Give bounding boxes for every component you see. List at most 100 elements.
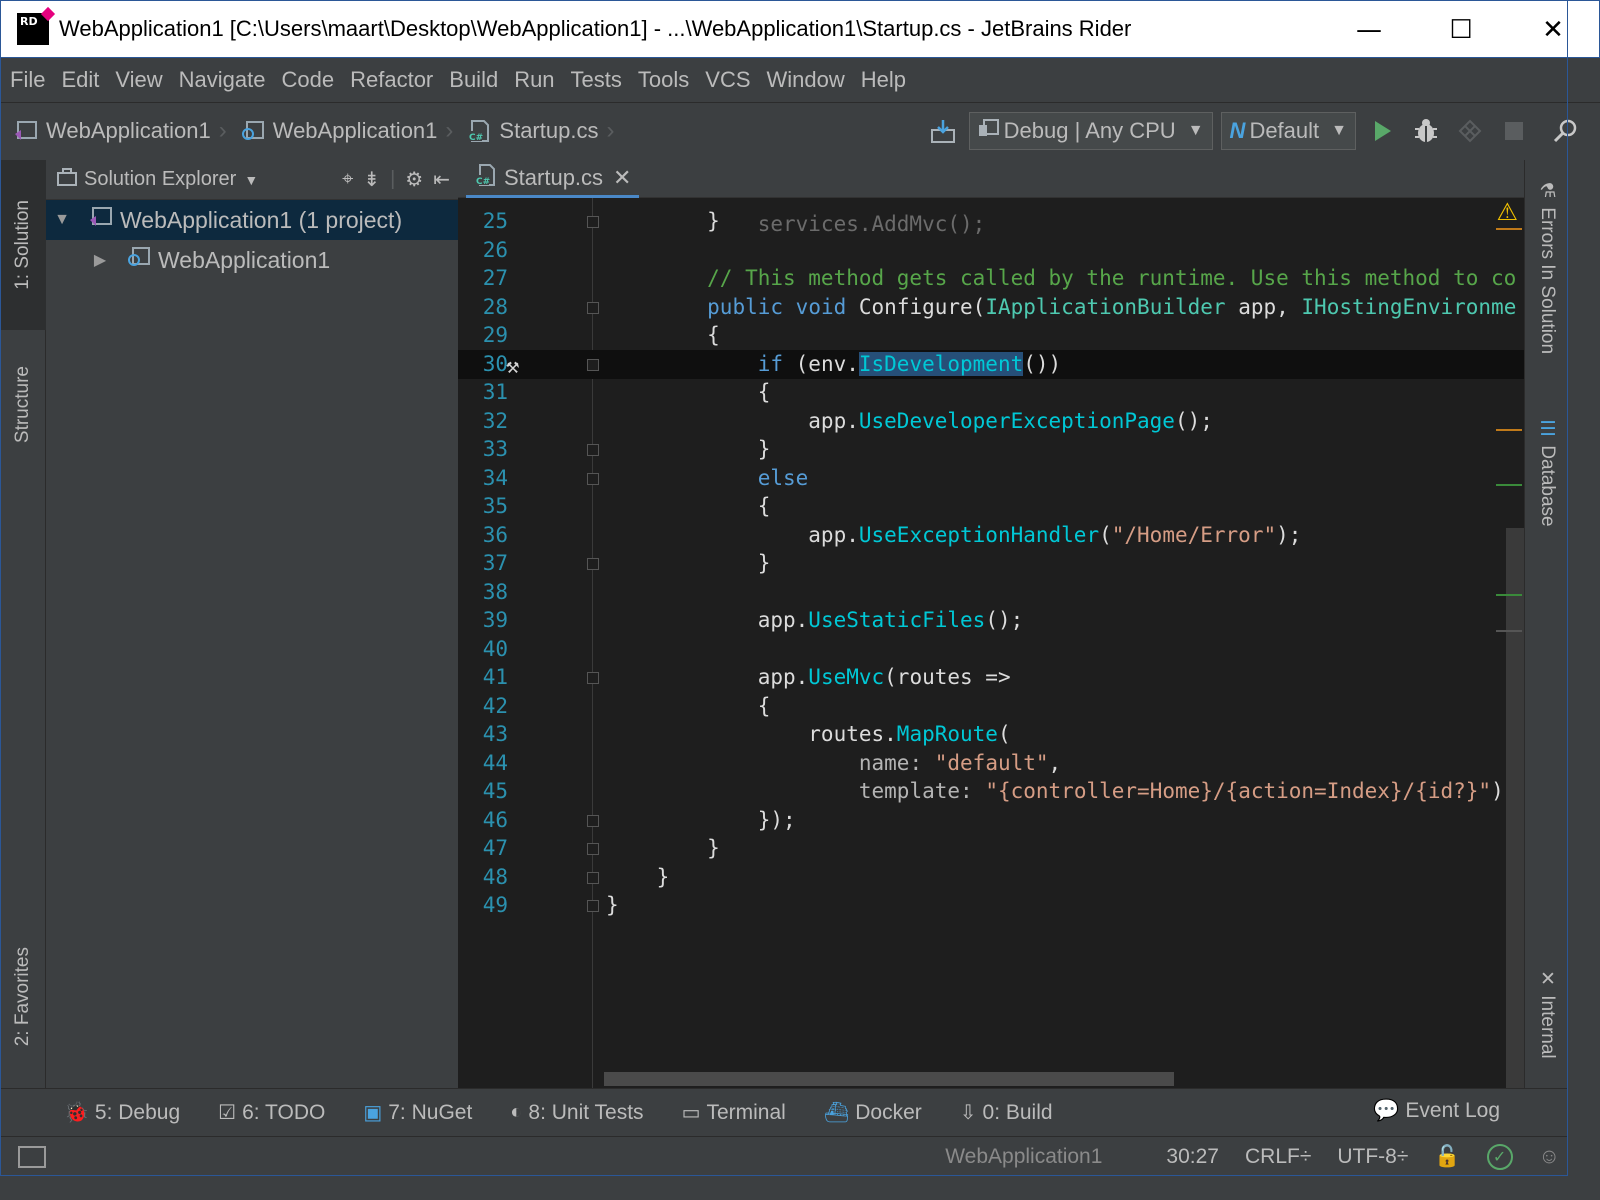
- chevron-down-icon[interactable]: ▼: [244, 172, 258, 188]
- menu-run[interactable]: Run: [514, 67, 554, 93]
- code-line[interactable]: 38: [458, 578, 1524, 607]
- vertical-scrollbar[interactable]: [1506, 528, 1524, 1088]
- code-line[interactable]: 32 app.UseDeveloperExceptionPage();: [458, 407, 1524, 436]
- collapsed-triangle-icon[interactable]: ▶: [88, 250, 112, 270]
- menu-vcs[interactable]: VCS: [705, 67, 750, 93]
- menu-edit[interactable]: Edit: [61, 67, 99, 93]
- fold-marker-icon[interactable]: [587, 558, 599, 570]
- stop-icon[interactable]: [1492, 111, 1536, 151]
- tool-button-todo[interactable]: ☑ 6: TODO: [218, 1100, 325, 1125]
- fold-marker-icon[interactable]: [587, 472, 599, 485]
- code-line[interactable]: 31 {: [458, 378, 1524, 407]
- fold-marker-icon[interactable]: [587, 216, 599, 228]
- expanded-triangle-icon[interactable]: ▼: [50, 211, 74, 229]
- code-line[interactable]: 49}: [458, 891, 1524, 920]
- menu-window[interactable]: Window: [767, 67, 845, 93]
- code-line[interactable]: 46 });: [458, 806, 1524, 835]
- code-line[interactable]: 45 template: "{controller=Home}/{action=…: [458, 777, 1524, 806]
- error-stripe-mark[interactable]: [1496, 594, 1522, 596]
- breadcrumb-project[interactable]: WebApplication1 ›: [239, 117, 453, 145]
- status-encoding[interactable]: UTF-8÷: [1337, 1145, 1408, 1169]
- code-line[interactable]: 28 public void Configure(IApplicationBui…: [458, 293, 1524, 322]
- error-stripe-mark[interactable]: [1496, 630, 1522, 632]
- fold-marker-icon[interactable]: [587, 301, 599, 314]
- code-line[interactable]: 26: [458, 236, 1524, 265]
- tool-button-debug[interactable]: 🐞 5: Debug: [64, 1100, 180, 1125]
- gear-icon[interactable]: ⚙: [405, 167, 423, 192]
- collapse-all-icon[interactable]: ⇟: [363, 167, 380, 192]
- breadcrumb-file[interactable]: C# Startup.cs ›: [465, 117, 614, 145]
- code-line[interactable]: 48 }: [458, 863, 1524, 892]
- fold-marker-icon[interactable]: [587, 871, 599, 884]
- warning-icon[interactable]: ⚠: [1496, 198, 1518, 226]
- tree-item-solution[interactable]: ▼ WebApplication1 (1 project): [46, 200, 458, 240]
- code-line[interactable]: 34 else: [458, 464, 1524, 493]
- menu-tools[interactable]: Tools: [638, 67, 689, 93]
- error-stripe-mark[interactable]: [1496, 228, 1522, 230]
- menu-help[interactable]: Help: [861, 67, 906, 93]
- horizontal-scrollbar[interactable]: [604, 1072, 1174, 1086]
- status-line-separator[interactable]: CRLF÷: [1245, 1145, 1311, 1169]
- code-line[interactable]: 33 }: [458, 435, 1524, 464]
- code-line[interactable]: 47 }: [458, 834, 1524, 863]
- event-log-button[interactable]: 💬 Event Log: [1373, 1099, 1500, 1123]
- inspection-ok-icon[interactable]: ✓: [1486, 1144, 1513, 1170]
- close-tab-icon[interactable]: ✕: [613, 165, 631, 191]
- code-line[interactable]: 29 {: [458, 321, 1524, 350]
- code-line[interactable]: 37 }: [458, 549, 1524, 578]
- code-line[interactable]: 39 app.UseStaticFiles();: [458, 606, 1524, 635]
- tool-tab-database[interactable]: ☰ Database: [1525, 418, 1569, 527]
- tree-item-project[interactable]: ▶ WebApplication1: [46, 240, 458, 280]
- code-line[interactable]: 30 ⚒ if (env.IsDevelopment()): [458, 349, 1524, 381]
- runtime-dropdown[interactable]: N Default ▼: [1220, 112, 1356, 150]
- code-line[interactable]: 44 name: "default",: [458, 749, 1524, 778]
- tool-tab-favorites[interactable]: 2: Favorites: [0, 922, 46, 1072]
- tool-tab-solution[interactable]: 1: Solution: [0, 160, 46, 330]
- menu-file[interactable]: File: [10, 67, 45, 93]
- solution-explorer-title[interactable]: Solution Explorer: [84, 168, 236, 191]
- menu-code[interactable]: Code: [282, 67, 335, 93]
- tool-tab-internal[interactable]: ✕ Internal: [1525, 968, 1569, 1059]
- code-line[interactable]: 40: [458, 635, 1524, 664]
- code-line[interactable]: 27 // This method gets called by the run…: [458, 264, 1524, 293]
- tool-tab-structure[interactable]: Structure: [0, 340, 46, 470]
- tool-windows-toggle-icon[interactable]: [18, 1145, 46, 1168]
- quick-fix-hammer-icon[interactable]: ⚒: [506, 352, 519, 381]
- debug-bug-icon[interactable]: [1404, 111, 1448, 151]
- search-icon[interactable]: [1544, 111, 1588, 151]
- tool-button-unit-tests[interactable]: ◐ 8: Unit Tests: [510, 1101, 643, 1125]
- locate-icon[interactable]: ⌖: [342, 168, 353, 191]
- hector-icon[interactable]: ☺: [1539, 1145, 1560, 1169]
- tool-button-terminal[interactable]: ▭ Terminal: [682, 1100, 786, 1125]
- status-project[interactable]: WebApplication1: [945, 1145, 1102, 1169]
- fold-marker-icon[interactable]: [587, 843, 599, 855]
- code-line[interactable]: 42 {: [458, 692, 1524, 721]
- fold-marker-icon[interactable]: [587, 814, 599, 827]
- minimize-button[interactable]: —: [1323, 1, 1415, 59]
- code-line[interactable]: 43 routes.MapRoute(: [458, 720, 1524, 749]
- configuration-dropdown[interactable]: Debug | Any CPU ▼: [968, 112, 1213, 150]
- error-stripe-mark[interactable]: [1496, 484, 1522, 486]
- code-line[interactable]: 35 {: [458, 492, 1524, 521]
- code-line[interactable]: 25 }: [458, 207, 1524, 236]
- code-line[interactable]: 36 app.UseExceptionHandler("/Home/Error"…: [458, 521, 1524, 550]
- menu-refactor[interactable]: Refactor: [350, 67, 433, 93]
- tool-button-nuget[interactable]: ▣ 7: NuGet: [363, 1100, 472, 1125]
- code-line[interactable]: 41 app.UseMvc(routes =>: [458, 663, 1524, 692]
- fold-marker-icon[interactable]: [587, 672, 599, 684]
- menu-build[interactable]: Build: [449, 67, 498, 93]
- hide-panel-icon[interactable]: ⇤: [433, 167, 450, 192]
- fold-marker-icon[interactable]: [587, 444, 599, 456]
- status-caret-position[interactable]: 30:27: [1166, 1145, 1219, 1169]
- maximize-button[interactable]: ☐: [1415, 1, 1507, 59]
- lock-icon[interactable]: 🔓: [1434, 1145, 1460, 1169]
- tool-tab-errors-in-solution[interactable]: ⚗ Errors In Solution: [1525, 180, 1569, 354]
- breadcrumb-solution[interactable]: WebApplication1 ›: [12, 117, 227, 145]
- menu-view[interactable]: View: [115, 67, 162, 93]
- attach-profiler-icon[interactable]: [1448, 111, 1492, 151]
- error-stripe-mark[interactable]: [1496, 429, 1522, 431]
- run-icon[interactable]: [1360, 111, 1404, 151]
- tool-button-build[interactable]: ⇩ 0: Build: [960, 1100, 1053, 1125]
- fold-marker-icon[interactable]: [587, 358, 599, 371]
- code-editor[interactable]: services.AddMvc(); 25 } 26 27 // This meth…: [458, 198, 1524, 1088]
